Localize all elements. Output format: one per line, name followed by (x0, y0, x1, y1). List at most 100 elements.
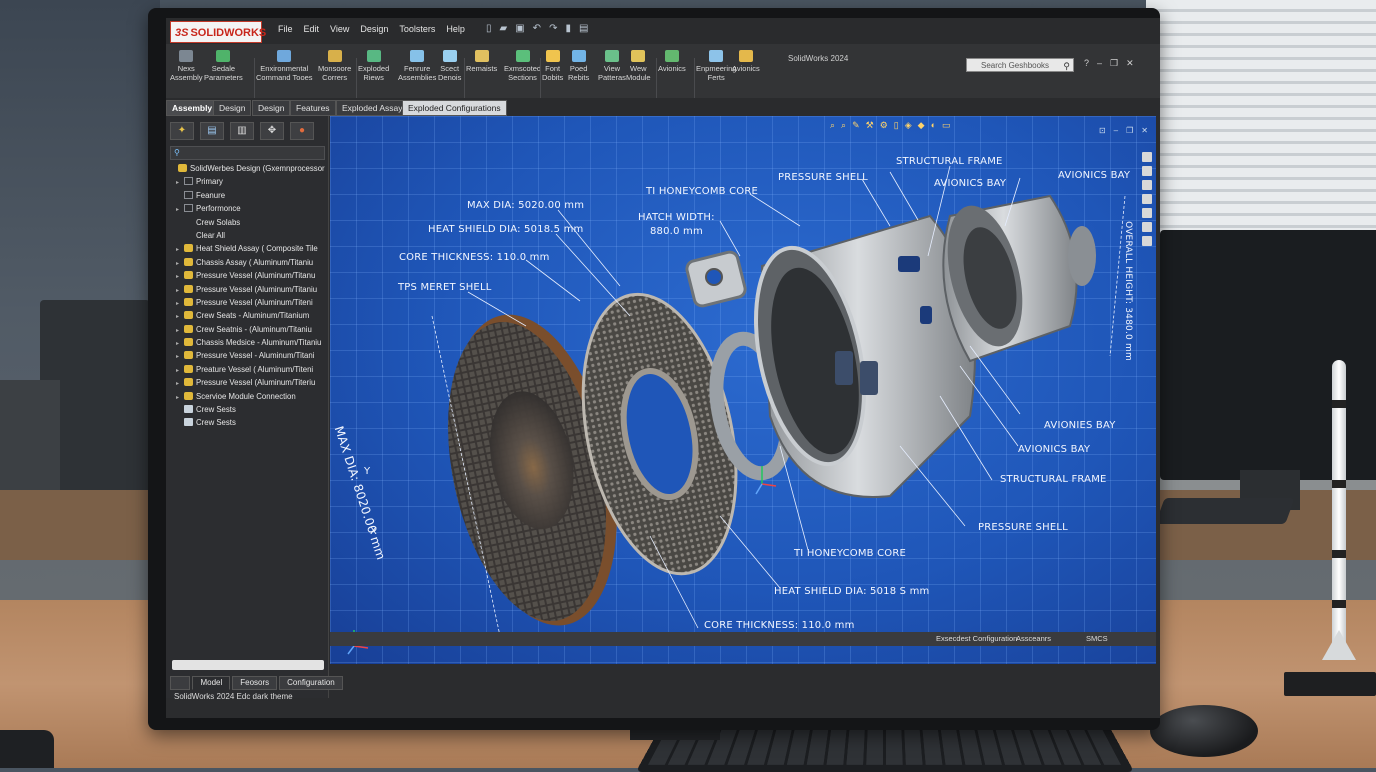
ribbon-button-10[interactable]: Poed Rebits (568, 50, 589, 82)
minimize-icon[interactable]: – (1097, 58, 1102, 69)
tree-item[interactable]: ▸ Performonce (170, 202, 326, 215)
axis-x-label: X (370, 526, 378, 537)
ribbon-separator (356, 58, 357, 100)
save-icon[interactable]: ▣ (515, 23, 524, 34)
tree-item[interactable]: ▸ Primary (170, 175, 326, 188)
tab-model[interactable]: Model (192, 676, 231, 690)
options-icon[interactable]: ▤ (579, 23, 588, 34)
expand-arrow-icon[interactable]: ▸ (176, 338, 184, 349)
solidworks-logo[interactable]: 3S SOLIDWORKS (170, 21, 266, 43)
expand-arrow-icon[interactable]: ▸ (176, 177, 184, 188)
expand-arrow-icon[interactable]: ▸ (176, 271, 184, 282)
expand-arrow-icon[interactable]: ▸ (176, 365, 184, 376)
tree-item[interactable]: ▸ Crew Seats - Aluminum/Titanium (170, 309, 326, 322)
filter-icon[interactable]: ⚲ (170, 146, 325, 160)
expand-arrow-icon[interactable]: ▸ (176, 378, 184, 389)
ribbon-button-9[interactable]: Font Dobits (542, 50, 563, 82)
tab-exploded-configurations[interactable]: Exploded Configurations (402, 100, 507, 116)
menu-view[interactable]: View (330, 24, 349, 34)
callout-avionics-bay-2: AVIONICS BAY (1058, 170, 1131, 181)
menu-help[interactable]: Help (446, 24, 465, 34)
open-icon[interactable]: ▰ (500, 23, 508, 34)
configuration-manager-icon[interactable]: ▥ (230, 122, 254, 140)
rebuild-icon[interactable]: ▮ (565, 23, 571, 34)
redo-icon[interactable]: ↷ (549, 23, 557, 34)
search-input[interactable]: Search Geshbooks ⚲ (966, 58, 1074, 72)
tab-design-2[interactable]: Design (252, 100, 291, 116)
ribbon-button-2[interactable]: Enxironmental Command Tooes (256, 50, 313, 82)
graphics-viewport[interactable]: ⌕ ⌕ ✎ ⚒ ⚙ ▯ ◈ ◆ ◐ ▭ ⊡ – ❐ ✕ MAX DIA: 502… (330, 116, 1156, 664)
expand-arrow-icon[interactable]: ▸ (176, 311, 184, 322)
tree-item[interactable]: ▸ Pressure Vessel (Aluminum/Titeni (170, 296, 326, 309)
tree-item[interactable]: Crew Sests (170, 403, 326, 416)
ribbon-label: Avionics (732, 64, 760, 73)
display-manager-icon[interactable]: ● (290, 122, 314, 140)
tree-item[interactable]: ▸ Pressure Vessel (Aluminum/Titanu (170, 269, 326, 282)
expand-arrow-icon[interactable]: ▸ (176, 392, 184, 403)
feature-tree-icon[interactable]: ✦ (170, 122, 194, 140)
status-units[interactable]: SMCS (1086, 634, 1108, 643)
tree-item[interactable]: ▸ Chassis Assay ( Aluminum/Titaniu (170, 256, 326, 269)
ribbon-button-13[interactable]: Avionics (658, 50, 686, 73)
help-icon[interactable]: ? (1084, 58, 1089, 69)
ribbon-button-1[interactable]: Sedale Parameters (204, 50, 243, 82)
tree-item[interactable]: Crew Solabs (170, 216, 326, 229)
expand-arrow-icon[interactable]: ▸ (176, 298, 184, 309)
assembly-icon (184, 244, 193, 253)
expand-arrow-icon[interactable]: ▸ (176, 258, 184, 269)
tree-item[interactable]: SolidWerbes Design (Gxemnprocessor (170, 162, 326, 175)
tree-item[interactable]: ▸ Scervioe Module Connection (170, 390, 326, 403)
tab-feosors[interactable]: Feosors (232, 676, 278, 690)
title-bar: 3S SOLIDWORKS File Edit View Design Tools… (166, 18, 1160, 44)
tab-features[interactable]: Features (290, 100, 336, 116)
ribbon-button-3[interactable]: Monsoore Corrers (318, 50, 351, 82)
ribbon-button-8[interactable]: Exmscoted Sections (504, 50, 541, 82)
menu-edit[interactable]: Edit (304, 24, 320, 34)
tree-item[interactable]: Crew Sests (170, 416, 326, 429)
ribbon-button-0[interactable]: Nexs Assembly (170, 50, 203, 82)
ribbon-button-6[interactable]: Scect Denois (438, 50, 461, 82)
ribbon-button-12[interactable]: Wew Module (626, 50, 651, 82)
exploded-capsule-model[interactable] (330, 116, 1156, 664)
callout-structural-frame: STRUCTURAL FRAME (896, 156, 1003, 167)
tree-item[interactable]: Clear All (170, 229, 326, 242)
ribbon-button-11[interactable]: View Patteras (598, 50, 626, 82)
tree-item[interactable]: ▸ Pressure Vessel (Aluminum/Titaniu (170, 283, 326, 296)
property-manager-icon[interactable]: ▤ (200, 122, 224, 140)
expand-arrow-icon[interactable]: ▸ (176, 244, 184, 255)
menu-design[interactable]: Design (360, 24, 388, 34)
tab-assembly[interactable]: Assembly (166, 100, 219, 116)
tab-configuration[interactable]: Configuration (279, 676, 343, 690)
tree-item[interactable]: ▸ Heat Shield Assay ( Composite Tile (170, 242, 326, 255)
undo-icon[interactable]: ↶ (533, 23, 541, 34)
horizontal-scrollbar[interactable] (172, 660, 324, 670)
expand-arrow-icon[interactable]: ▸ (176, 204, 184, 215)
tree-item-label: Crew Sests (196, 405, 236, 415)
tree-item[interactable]: ▸ Chassis Medsice - Aluminum/Titaniu (170, 336, 326, 349)
ribbon-button-14[interactable]: Enpmeering Ferts (696, 50, 736, 82)
restore-icon[interactable]: ❐ (1110, 58, 1118, 69)
tab-design[interactable]: Design (213, 100, 252, 116)
expand-arrow-icon[interactable]: ▸ (176, 351, 184, 362)
callout-hatch-width: HATCH WIDTH: (638, 212, 715, 223)
tree-item[interactable]: ▸ Pressure Vessel - Aluminum/Titani (170, 349, 326, 362)
ribbon-button-7[interactable]: Remaists (466, 50, 497, 73)
tab-exploded-assay[interactable]: Exploded Assay (336, 100, 409, 116)
tab-blank[interactable] (170, 676, 191, 690)
new-icon[interactable]: ▯ (486, 23, 492, 34)
ribbon-button-4[interactable]: Exploded Riews (358, 50, 389, 82)
search-icon[interactable]: ⚲ (1063, 59, 1070, 73)
tree-item[interactable]: ▸ Preature Vessel ( Aluminum/Titeni (170, 363, 326, 376)
menu-file[interactable]: File (278, 24, 293, 34)
expand-arrow-icon[interactable]: ▸ (176, 285, 184, 296)
dimxpert-icon[interactable]: ✥ (260, 122, 284, 140)
tree-item[interactable]: Feanure (170, 189, 326, 202)
menu-tools[interactable]: Toolsters (399, 24, 435, 34)
tree-item[interactable]: ▸ Crew Seatnis - (Aluminum/Titaniu (170, 323, 326, 336)
ribbon-button-5[interactable]: Fenrure Assemblies (398, 50, 436, 82)
expand-arrow-icon[interactable]: ▸ (176, 325, 184, 336)
ribbon-button-15[interactable]: Avionics (732, 50, 760, 73)
assembly-icon (184, 338, 193, 347)
close-icon[interactable]: ✕ (1126, 58, 1134, 69)
tree-item[interactable]: ▸ Pressure Vessel (Aluminum/Titeriu (170, 376, 326, 389)
